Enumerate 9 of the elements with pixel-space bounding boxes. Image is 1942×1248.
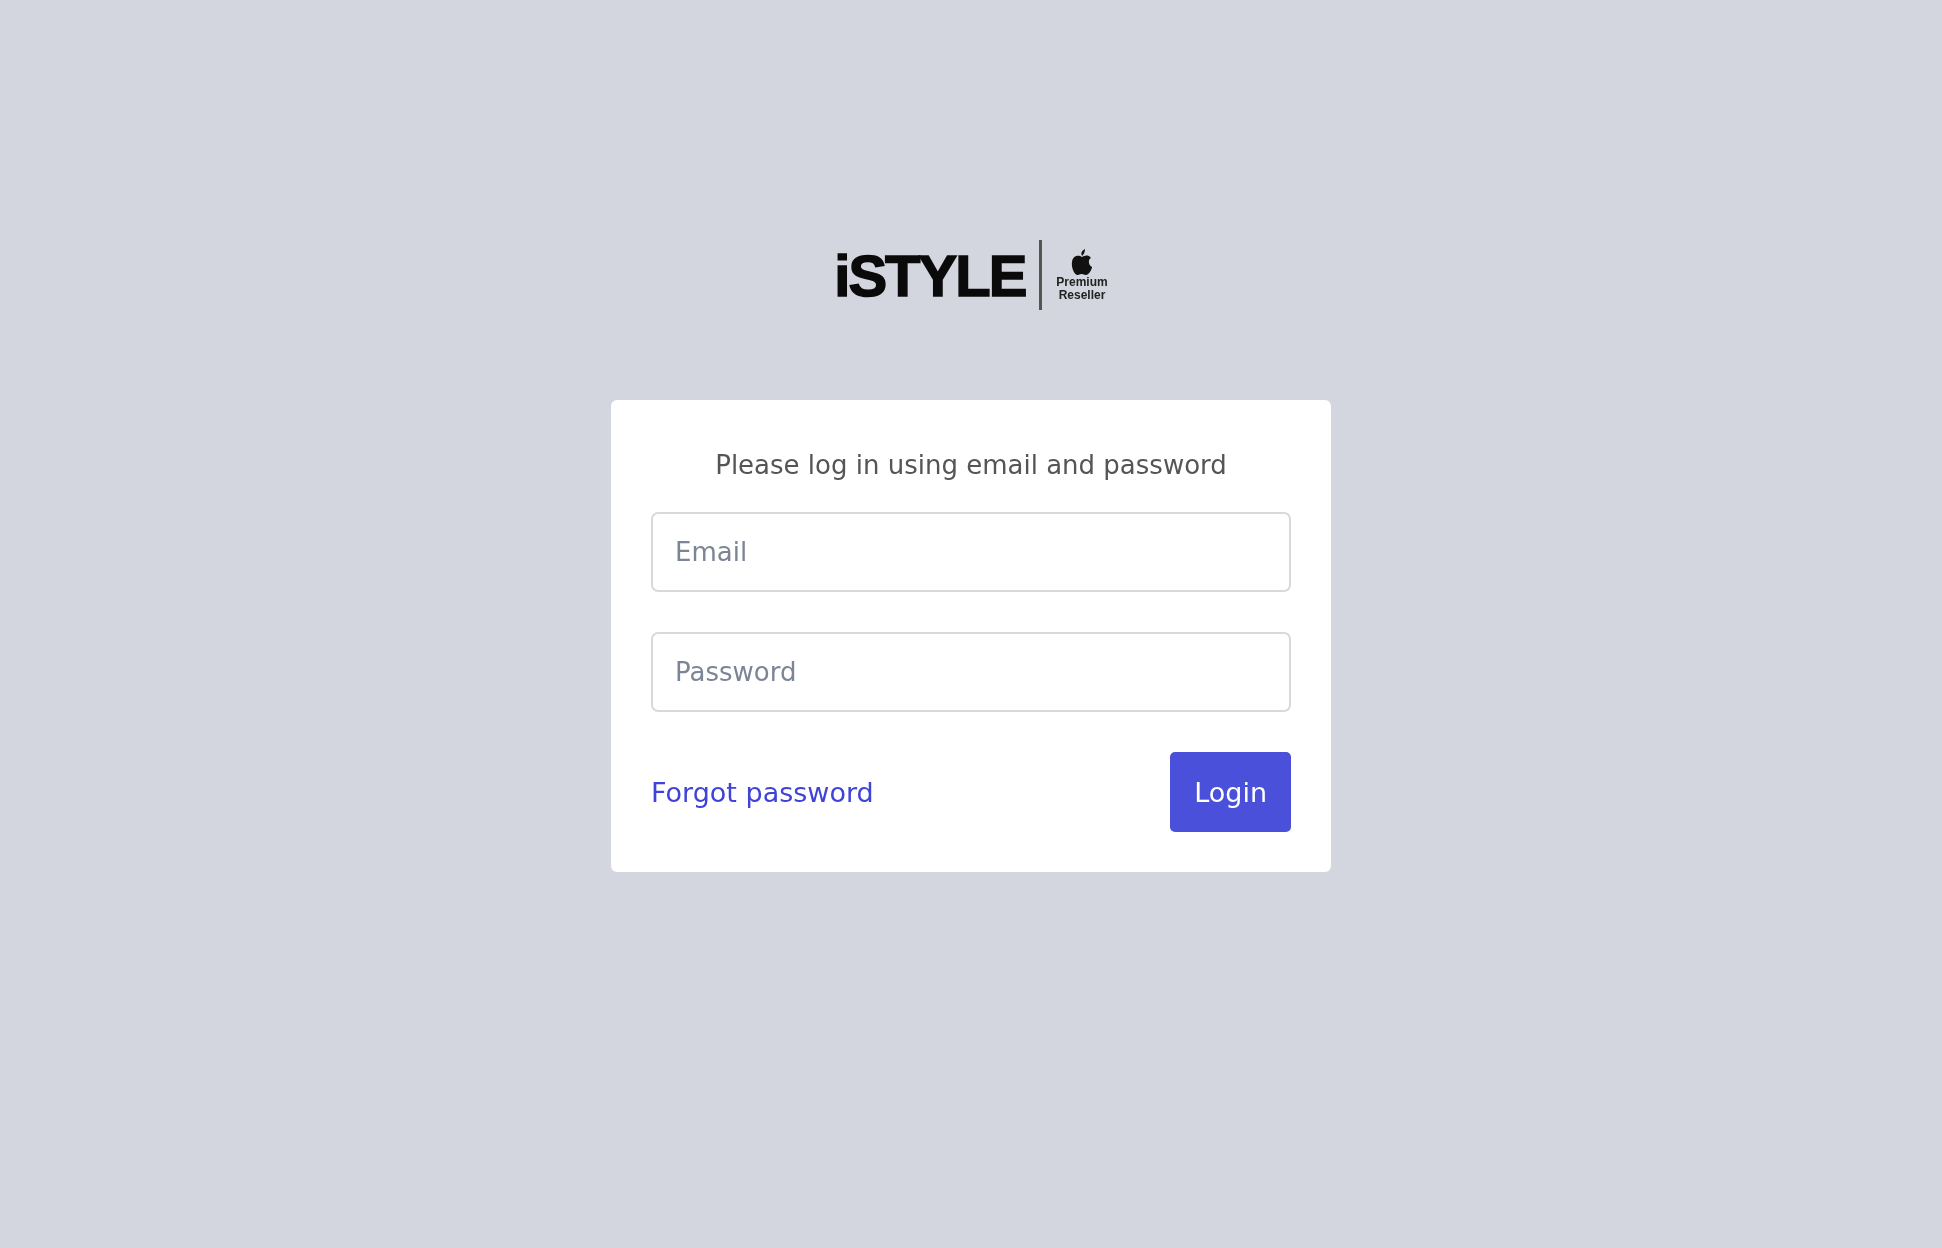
brand-logo-text: iSTYLE xyxy=(834,241,1026,309)
login-prompt: Please log in using email and password xyxy=(714,450,1228,480)
email-field[interactable]: Email xyxy=(651,512,1291,592)
login-button[interactable]: Login xyxy=(1170,752,1291,832)
reseller-badge-text: Reseller xyxy=(1058,288,1106,302)
password-field[interactable]: Password xyxy=(651,632,1291,712)
forgot-password-link[interactable]: Forgot password xyxy=(651,776,874,808)
apple-icon xyxy=(1071,248,1093,276)
reseller-badge-text: Premium xyxy=(1056,275,1108,289)
